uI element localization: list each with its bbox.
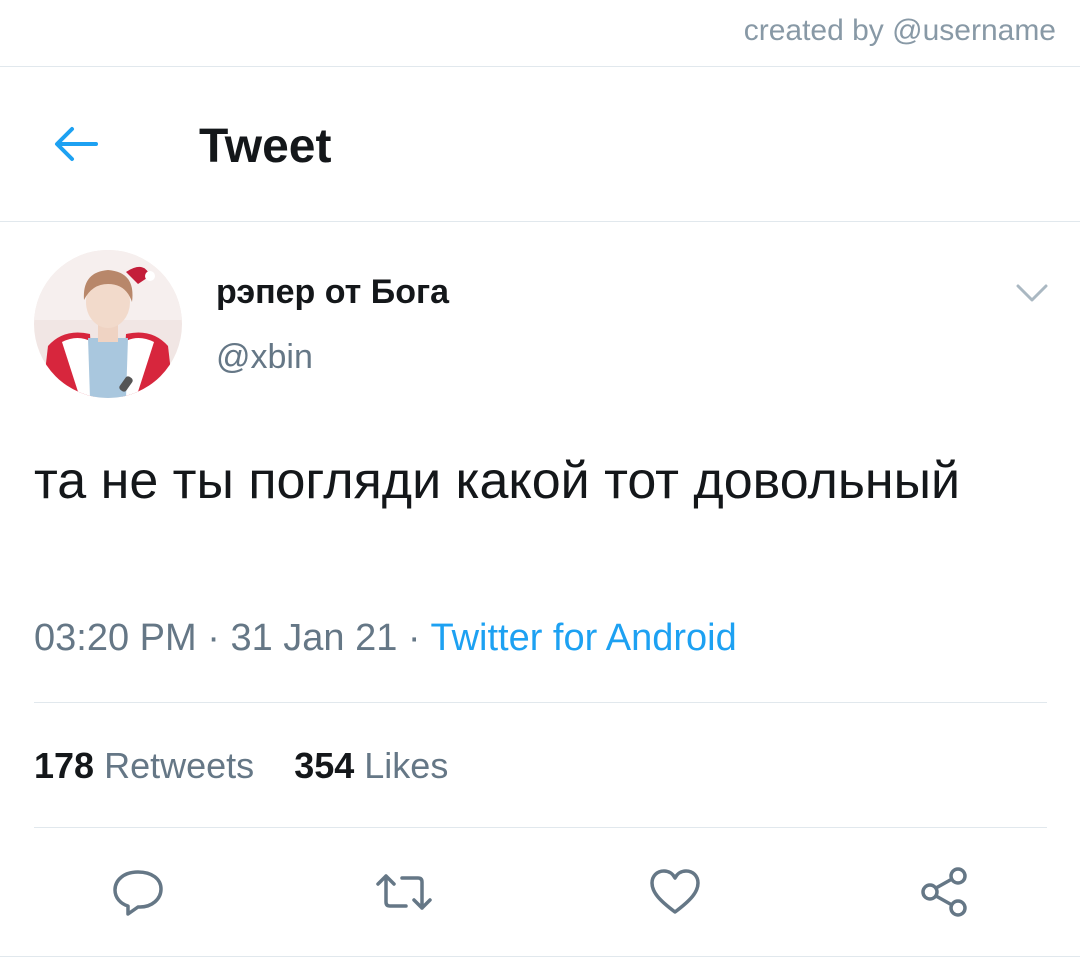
tweet-source-link[interactable]: Twitter for Android — [430, 617, 736, 659]
share-button[interactable] — [914, 864, 974, 920]
user-handle[interactable]: @xbin — [216, 338, 313, 377]
like-button[interactable] — [645, 864, 705, 920]
retweets-count: 178 — [34, 745, 95, 786]
header-divider — [0, 221, 1080, 222]
tweet-date: 31 Jan 21 — [230, 617, 398, 659]
retweet-icon — [376, 874, 432, 910]
avatar[interactable] — [34, 250, 182, 398]
back-button[interactable] — [44, 119, 108, 169]
stats-divider — [34, 827, 1047, 828]
likes-count: 354 — [294, 745, 355, 786]
share-icon — [921, 867, 967, 917]
tweet-stats: 178 Retweets 354 Likes — [34, 745, 478, 787]
tweet-meta: 03:20 PM · 31 Jan 21 · Twitter for Andro… — [34, 617, 737, 660]
page-title: Tweet — [199, 120, 332, 173]
chevron-down-icon — [1016, 284, 1048, 302]
likes-label: Likes — [364, 745, 449, 786]
tweet-text: та не ты погляди какой тот довольный — [34, 452, 961, 510]
meta-separator-2: · — [397, 617, 431, 659]
likes-stat[interactable]: 354 Likes — [294, 745, 448, 787]
meta-divider — [34, 702, 1047, 703]
more-options-button[interactable] — [1012, 278, 1052, 308]
bottom-divider — [0, 956, 1080, 957]
tweet-time: 03:20 PM — [34, 617, 197, 659]
like-icon — [650, 869, 700, 914]
retweets-stat[interactable]: 178 Retweets — [34, 745, 254, 787]
arrow-left-icon — [55, 127, 98, 161]
retweet-button[interactable] — [374, 864, 434, 920]
reply-icon — [113, 870, 163, 916]
meta-separator: · — [196, 617, 231, 659]
display-name[interactable]: рэпер от Бога — [216, 273, 449, 312]
retweets-label: Retweets — [104, 745, 255, 786]
reply-button[interactable] — [108, 864, 168, 920]
watermark: created by @username — [743, 14, 1056, 47]
header-bar: Tweet — [0, 67, 1080, 221]
